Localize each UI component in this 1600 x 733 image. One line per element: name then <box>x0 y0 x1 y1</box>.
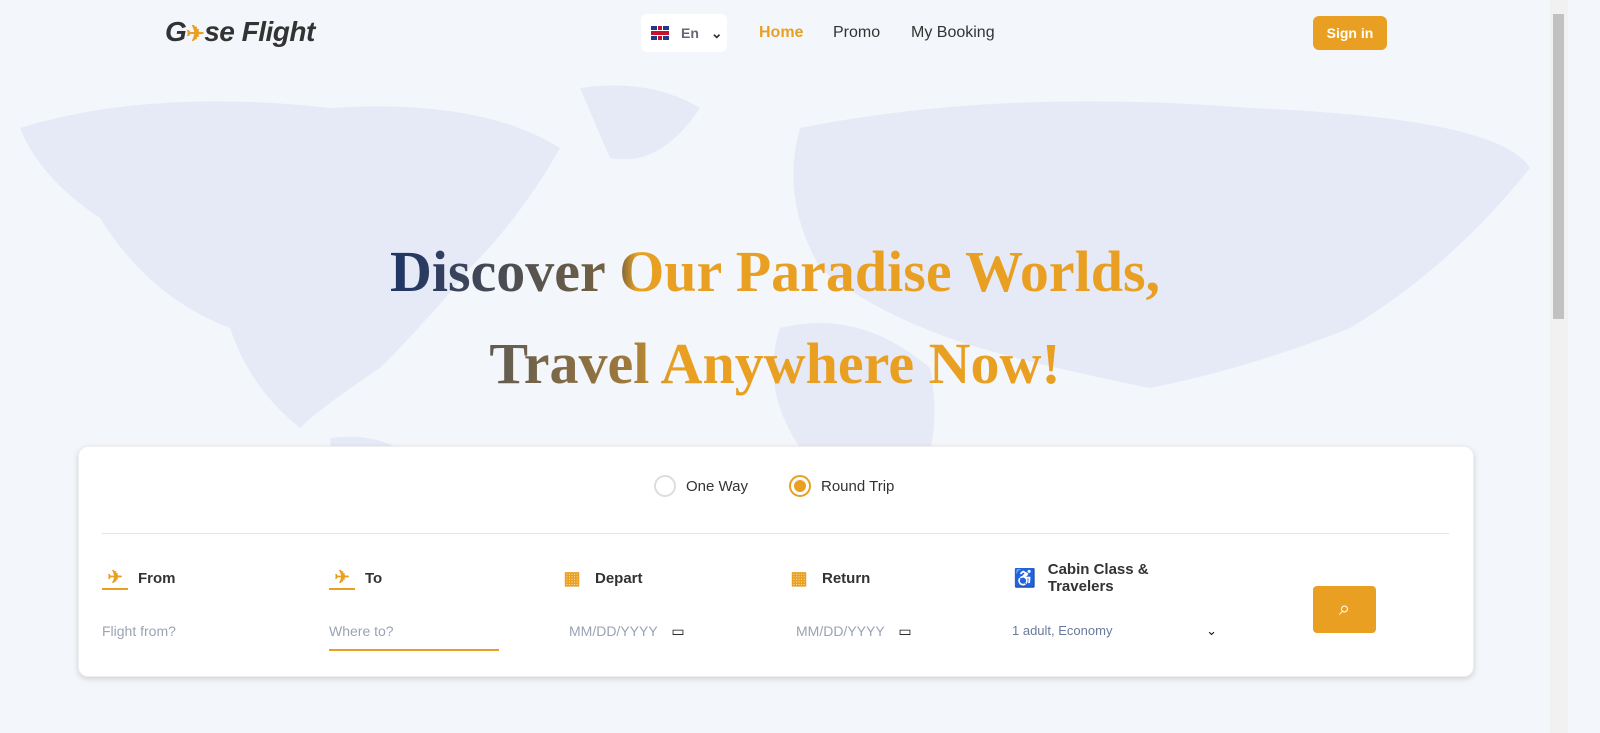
date-placeholder: MM/DD/YYYY <box>569 623 658 639</box>
cabin-select[interactable]: 1 adult, Economy ⌄ <box>1012 623 1217 638</box>
to-field: ✈ To Where to? <box>329 567 499 651</box>
landing-icon: ✈ <box>329 567 355 590</box>
plane-logo-icon: ✈ <box>186 21 205 46</box>
to-label: To <box>365 569 383 587</box>
one-way-radio[interactable]: One Way <box>654 475 748 497</box>
chevron-down-icon: ⌄ <box>710 24 723 41</box>
to-input[interactable]: Where to? <box>329 623 499 651</box>
radio-circle-selected <box>789 475 811 497</box>
logo-text-right: se Flight <box>204 16 315 47</box>
from-field: ✈ From Flight from? <box>102 567 302 639</box>
seat-icon: ♿ <box>1013 567 1037 588</box>
cabin-field: ♿ Cabin Class & Travelers 1 adult, Econom… <box>1012 561 1217 638</box>
calendar-icon: ▦ <box>563 567 581 588</box>
hero-title-line1: Discover Our Paradise Worlds, <box>389 239 1161 304</box>
flight-search-card: One Way Round Trip ✈ From Flight from? ✈ T… <box>78 446 1474 677</box>
scrollbar[interactable] <box>1550 0 1568 733</box>
uk-flag-icon <box>651 26 669 40</box>
chevron-down-icon: ⌄ <box>1206 623 1217 638</box>
top-navbar: G✈se Flight En ⌄ Home Promo My Booking S… <box>0 0 1550 68</box>
calendar-picker-icon[interactable]: ▭ <box>898 623 911 639</box>
sign-in-button[interactable]: Sign in <box>1313 16 1387 50</box>
calendar-picker-icon[interactable]: ▭ <box>671 623 684 639</box>
round-trip-radio[interactable]: Round Trip <box>789 475 894 497</box>
radio-label: Round Trip <box>821 477 895 495</box>
depart-date-input[interactable]: MM/DD/YYYY ▭ <box>569 623 685 640</box>
return-field: ▦ Return MM/DD/YYYY ▭ <box>786 567 911 640</box>
nav-promo[interactable]: Promo <box>833 24 880 42</box>
search-button[interactable]: ⌕ <box>1313 586 1376 633</box>
nav-home[interactable]: Home <box>759 24 803 42</box>
calendar-icon: ▦ <box>790 567 808 588</box>
search-icon: ⌕ <box>1338 598 1351 620</box>
logo-text-left: G <box>165 16 187 47</box>
cabin-value: 1 adult, Economy <box>1012 623 1113 638</box>
language-label: En <box>681 25 699 41</box>
hero-title-line2: Travel Anywhere Now! <box>489 331 1061 396</box>
depart-label: Depart <box>595 569 643 587</box>
nav-my-booking[interactable]: My Booking <box>911 24 995 42</box>
language-selector[interactable]: En ⌄ <box>641 14 727 52</box>
logo[interactable]: G✈se Flight <box>165 16 315 48</box>
return-date-input[interactable]: MM/DD/YYYY ▭ <box>796 623 912 640</box>
date-placeholder: MM/DD/YYYY <box>796 623 885 639</box>
scrollbar-thumb[interactable] <box>1553 14 1564 319</box>
divider <box>102 533 1449 534</box>
takeoff-icon: ✈ <box>102 567 128 590</box>
radio-label: One Way <box>686 477 748 495</box>
radio-circle <box>654 475 676 497</box>
from-input[interactable]: Flight from? <box>102 623 176 639</box>
cabin-label: Cabin Class & Travelers <box>1047 561 1149 595</box>
depart-field: ▦ Depart MM/DD/YYYY ▭ <box>559 567 684 640</box>
return-label: Return <box>822 569 871 587</box>
from-label: From <box>138 569 176 587</box>
